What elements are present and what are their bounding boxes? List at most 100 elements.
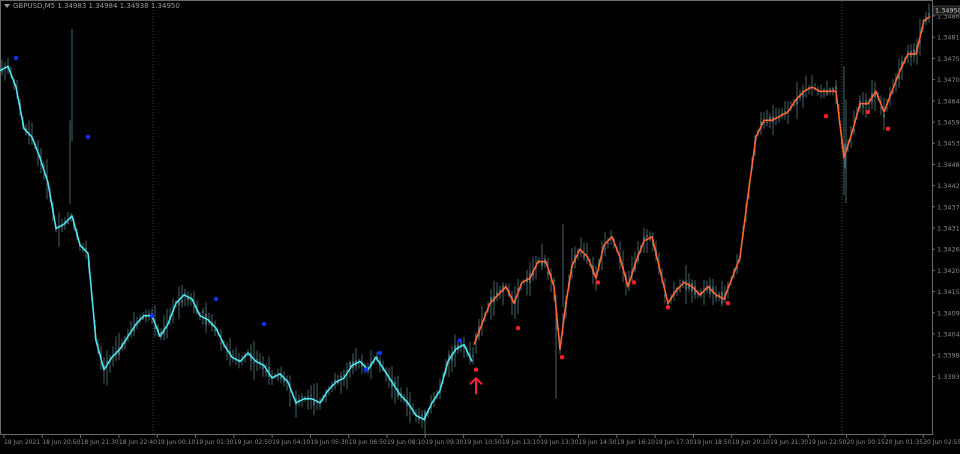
candle — [355, 347, 357, 371]
candle — [448, 350, 450, 377]
candle — [928, 3, 930, 23]
price-label: 1.34040 — [937, 331, 960, 339]
price-label: 1.34480 — [937, 161, 960, 169]
candle — [469, 341, 471, 365]
time-label: 18 Jun 2021 — [4, 439, 40, 446]
candle — [31, 122, 33, 146]
time-label: 19 Jun 20:10 — [732, 439, 770, 446]
time-label: 19 Jun 04:10 — [272, 439, 310, 446]
candles-layer — [1, 3, 930, 437]
candle — [178, 286, 180, 319]
price-label: 1.34425 — [937, 182, 960, 190]
price-label: 1.34315 — [937, 225, 960, 233]
candle — [511, 290, 513, 316]
candle — [826, 80, 828, 96]
sell-signal-dot — [85, 134, 91, 140]
candle — [823, 87, 825, 99]
candle — [451, 345, 453, 372]
price-label: 1.34150 — [937, 288, 960, 296]
candle — [316, 383, 318, 410]
candle — [865, 93, 867, 118]
buy-signal-dot — [665, 305, 671, 310]
candle — [109, 355, 111, 373]
buy-signal-dot — [725, 301, 731, 306]
candle — [502, 281, 504, 306]
candle — [586, 242, 588, 265]
time-label: 19 Jun 17:30 — [655, 439, 693, 446]
time-label: 19 Jun 05:30 — [310, 439, 348, 446]
arrow-up-icon — [469, 376, 483, 395]
sell-signal-dot — [377, 350, 383, 356]
current-price-label: 1.34950 — [935, 7, 960, 15]
candle — [883, 97, 885, 131]
candle — [766, 110, 768, 127]
downtrend-line — [0, 65, 473, 421]
sell-signal-dot — [261, 321, 267, 327]
candle — [424, 409, 426, 437]
price-label: 1.33985 — [937, 352, 960, 360]
time-label: 19 Jun 02:50 — [234, 439, 272, 446]
price-label: 1.34535 — [937, 140, 960, 148]
time-label: 19 Jun 06:50 — [349, 439, 387, 446]
signals-layer — [13, 55, 891, 395]
time-label: 19 Jun 22:50 — [808, 439, 846, 446]
price-label: 1.34590 — [937, 119, 960, 127]
candle — [538, 257, 540, 265]
price-label: 1.34205 — [937, 267, 960, 275]
buy-signal-dot — [595, 280, 601, 285]
chart-frame — [0, 0, 933, 435]
time-label: 19 Jun 00:10 — [157, 439, 195, 446]
candle — [874, 81, 876, 112]
candle — [106, 350, 108, 386]
candle — [115, 336, 117, 362]
candle — [352, 353, 354, 374]
time-label: 19 Jun 18:50 — [693, 439, 731, 446]
candle — [346, 362, 348, 390]
time-label: 19 Jun 10:50 — [464, 439, 502, 446]
candle — [295, 390, 297, 418]
price-label: 1.34810 — [937, 34, 960, 42]
candle — [802, 84, 804, 108]
candle — [871, 80, 873, 110]
candle — [781, 108, 783, 119]
price-label: 1.34370 — [937, 203, 960, 211]
chart-window[interactable]: 1.348651.348101.347551.347001.346451.345… — [0, 0, 960, 450]
candle — [340, 371, 342, 394]
price-label: 1.33930 — [937, 373, 960, 381]
buy-signal-dot — [515, 325, 521, 331]
candle — [805, 75, 807, 98]
time-label: 20 Jun 02:55 — [923, 439, 960, 446]
sell-signal-dot — [149, 313, 155, 318]
sell-signal-dot — [363, 367, 369, 372]
candle — [187, 291, 189, 307]
time-label: 19 Jun 13:10 — [502, 439, 540, 446]
sell-signal-dot — [457, 338, 463, 343]
candle — [1, 59, 3, 76]
candle — [646, 228, 648, 254]
time-label: 19 Jun 21:30 — [770, 439, 808, 446]
candle — [184, 288, 186, 307]
candle — [397, 375, 399, 400]
candle — [472, 347, 474, 365]
candle — [526, 269, 528, 296]
candle — [811, 75, 813, 96]
candle — [334, 372, 336, 390]
price-label: 1.34755 — [937, 55, 960, 63]
price-label: 1.34095 — [937, 309, 960, 317]
candle — [673, 281, 675, 301]
time-label: 18 Jun 21:30 — [81, 439, 119, 446]
candle — [232, 349, 234, 363]
price-chart[interactable]: 1.348651.348101.347551.347001.346451.345… — [0, 0, 960, 450]
price-axis: 1.348651.348101.347551.347001.346451.345… — [932, 5, 960, 381]
candle — [580, 237, 582, 258]
symbol-info[interactable]: GBPUSD,M5 1.34983 1.34984 1.34938 1.3495… — [4, 2, 180, 10]
candle — [133, 312, 135, 336]
time-label: 19 Jun 01:30 — [196, 439, 234, 446]
time-label: 19 Jun 08:10 — [387, 439, 425, 446]
time-label: 20 Jun 01:35 — [885, 439, 923, 446]
candle — [688, 273, 690, 292]
buy-signal-dot — [865, 109, 871, 115]
candle — [58, 212, 60, 247]
triangle-down-icon[interactable] — [4, 4, 10, 8]
price-label: 1.34260 — [937, 246, 960, 254]
